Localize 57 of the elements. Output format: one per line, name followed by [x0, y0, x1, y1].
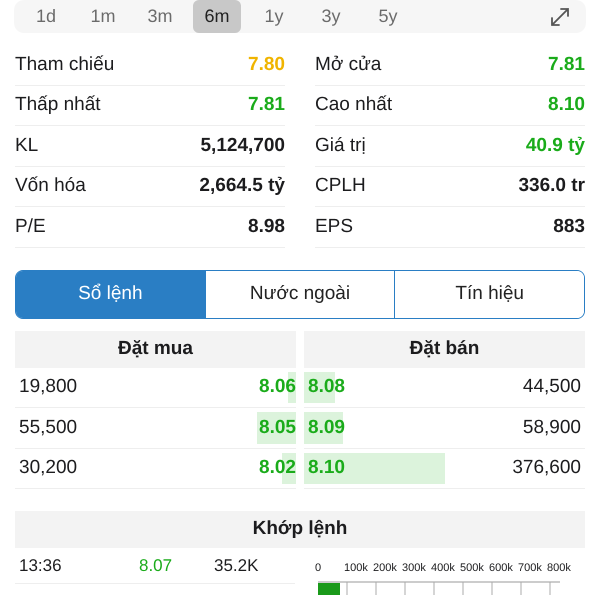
stat-value: 8.10	[548, 93, 585, 117]
bid-volume: 55,500	[19, 416, 78, 440]
axis-label: 200k	[373, 561, 398, 576]
timeframe-tab[interactable]: 5y	[364, 0, 412, 33]
bid-price: 8.06	[259, 375, 296, 399]
stat-value: 336.0 tr	[518, 174, 585, 198]
bid-price: 8.02	[259, 456, 296, 480]
trade-time: 13:36	[19, 554, 63, 577]
stat-value: 8.98	[248, 214, 285, 238]
ask-volume: 58,900	[522, 416, 581, 440]
tab[interactable]: Tín hiệu	[394, 270, 584, 318]
axis-label: 500k	[460, 561, 485, 576]
stat-value: 7.81	[248, 93, 285, 117]
timeframe-tab[interactable]: 1y	[250, 0, 298, 33]
ask-volume: 376,600	[512, 456, 581, 480]
axis-label: 700k	[518, 561, 543, 576]
timeframe-tab[interactable]: 3m	[136, 0, 184, 33]
stat-value: 7.80	[248, 52, 285, 76]
stat-label: P/E	[15, 214, 46, 238]
axis-label: 100k	[344, 561, 369, 576]
stat-value: 40.9 tỷ	[526, 134, 585, 158]
axis-label: 0	[315, 561, 322, 576]
stat-label: KL	[15, 134, 38, 158]
stat-value: 883	[553, 214, 585, 238]
axis-label: 300k	[402, 561, 427, 576]
timeframe-tab[interactable]: 3y	[307, 0, 355, 33]
bid-volume: 30,200	[19, 456, 78, 480]
trade-price: 8.07	[139, 554, 174, 577]
timeframe-tab[interactable]: 1m	[79, 0, 127, 33]
stat-value: 2,664.5 tỷ	[199, 174, 285, 198]
stat-value: 5,124,700	[200, 134, 285, 158]
ask-price: 8.09	[308, 416, 345, 440]
axis-label: 800k	[547, 561, 572, 576]
column-header: Đặt bán	[304, 330, 585, 368]
stat-label: EPS	[315, 214, 354, 238]
stat-label: Giá trị	[315, 134, 366, 158]
ask-price: 8.08	[308, 375, 345, 399]
ask-volume: 44,500	[522, 375, 581, 399]
expand-icon[interactable]	[550, 6, 570, 26]
stat-label: Thấp nhất	[15, 93, 101, 117]
column-header: Đặt mua	[15, 330, 296, 368]
stat-label: CPLH	[315, 174, 366, 198]
timeframe-tab[interactable]: 1d	[22, 0, 70, 33]
stat-label: Tham chiếu	[15, 52, 114, 76]
stat-label: Vốn hóa	[15, 174, 86, 198]
stat-label: Cao nhất	[315, 93, 392, 117]
axis-label: 600k	[489, 561, 514, 576]
timeframe-tab[interactable]: 6m	[193, 0, 241, 33]
section-header: Khớp lệnh	[15, 511, 585, 548]
trade-volume: 35.2K	[214, 554, 258, 577]
bid-volume: 19,800	[19, 375, 78, 399]
bid-price: 8.05	[259, 416, 296, 440]
axis-label: 400k	[431, 561, 456, 576]
ask-price: 8.10	[308, 456, 345, 480]
tab[interactable]: Sổ lệnh	[16, 270, 205, 318]
stat-label: Mở cửa	[315, 52, 382, 76]
stat-value: 7.81	[548, 52, 585, 76]
